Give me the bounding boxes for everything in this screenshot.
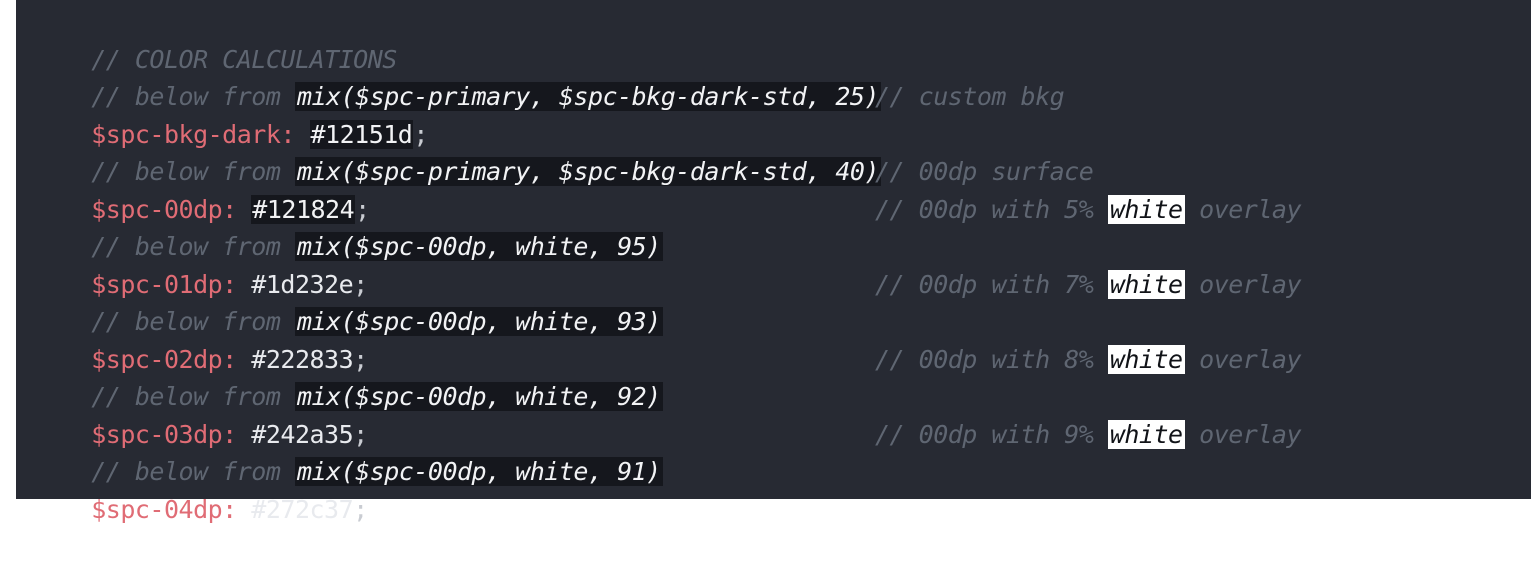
code-line-4: // below from mix($spc-primary, $spc-bkg… [33,116,1531,186]
search-match-highlight: white [1107,269,1185,299]
code-line-10: // below from mix($spc-00dp, white, 92) … [33,341,1531,411]
inline-comment: // custom bkg [875,82,1065,111]
search-match-highlight: white [1107,419,1185,449]
code-line-2: // below from mix($spc-primary, $spc-bkg… [33,41,1531,111]
comment-prefix: // 00dp with 9% [875,419,1108,449]
code-line-13: $spc-04dp: #272c37; [33,453,1531,524]
inline-comment: // 00dp with 9% white overlay [875,416,1302,454]
code-line-8: // below from mix($spc-00dp, white, 93) … [33,266,1531,336]
search-match-highlight: white [1107,194,1185,224]
code-line-12: // below from mix($spc-00dp, white, 91) … [33,416,1531,486]
comment-suffix: overlay [1184,194,1302,224]
code-line-11: $spc-03dp: #242a35; [33,378,1531,449]
code-editor[interactable]: // COLOR CALCULATIONS // below from mix(… [16,0,1531,524]
comment-suffix: overlay [1184,269,1302,299]
code-line-6: // below from mix($spc-00dp, white, 95) … [33,191,1531,261]
code-line-3: $spc-bkg-dark: #12151d; // custom bkg [33,78,1531,149]
comment-suffix: overlay [1184,344,1302,374]
code-line-7: $spc-01dp: #1d232e; [33,228,1531,299]
comment-suffix: overlay [1184,419,1302,449]
inline-comment: // 00dp with 5% white overlay [875,191,1302,229]
comment-prefix: // 00dp with 7% [875,269,1108,299]
inline-comment: // 00dp with 7% white overlay [875,266,1302,304]
inline-comment: // 00dp surface [875,157,1094,186]
code-line-9: $spc-02dp: #222833; [33,303,1531,374]
comment-prefix: // 00dp with 8% [875,344,1108,374]
search-match-highlight: white [1107,344,1185,374]
code-line-1: // COLOR CALCULATIONS [33,3,1531,74]
code-line-5: $spc-00dp: #121824; // 00dp surface [33,153,1531,224]
comment-prefix: // 00dp with 5% [875,194,1108,224]
inline-comment: // 00dp with 8% white overlay [875,341,1302,379]
